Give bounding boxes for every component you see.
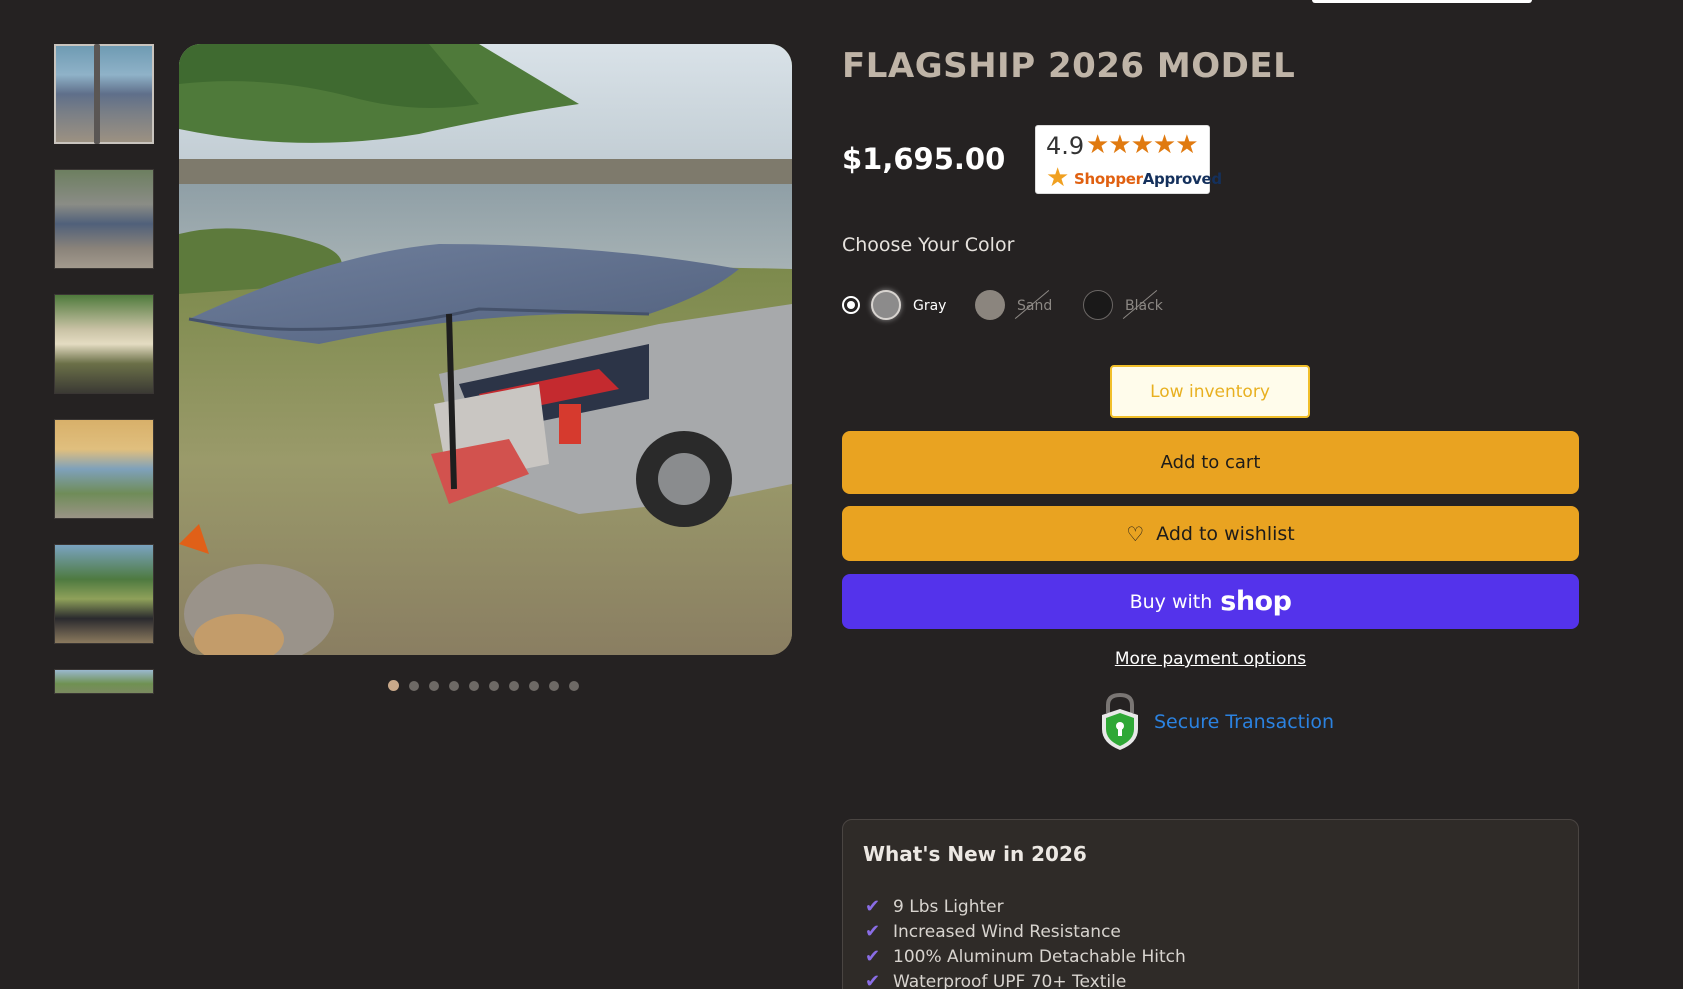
list-item: ✔ Waterproof UPF 70+ Textile bbox=[865, 969, 1186, 989]
carousel-dot-3[interactable] bbox=[429, 680, 439, 691]
whats-new-list: ✔ 9 Lbs Lighter ✔ Increased Wind Resistanc… bbox=[865, 894, 1186, 989]
carousel-pagination bbox=[388, 680, 579, 691]
secure-transaction[interactable]: Secure Transaction bbox=[1100, 692, 1334, 752]
color-swatch-black[interactable] bbox=[1083, 290, 1113, 320]
carousel-dot-10[interactable] bbox=[569, 680, 579, 691]
buy-with-shop-button[interactable]: Buy with shop bbox=[842, 574, 1579, 629]
thumbnail-6[interactable] bbox=[54, 669, 154, 694]
shop-pay-logo: shop bbox=[1220, 586, 1292, 617]
thumbnail-4[interactable] bbox=[54, 419, 154, 519]
check-icon: ✔ bbox=[865, 921, 881, 942]
carousel-dot-1[interactable] bbox=[388, 680, 399, 691]
thumbnail-list bbox=[54, 44, 154, 694]
product-price: $1,695.00 bbox=[842, 142, 1006, 176]
shopper-approved-logo: ShopperApproved bbox=[1074, 170, 1222, 188]
color-name-gray[interactable]: Gray bbox=[913, 298, 946, 314]
add-to-cart-button[interactable]: Add to cart bbox=[842, 431, 1579, 494]
product-photo bbox=[179, 44, 792, 655]
list-item: ✔ 100% Aluminum Detachable Hitch bbox=[865, 946, 1186, 967]
carousel-dot-4[interactable] bbox=[449, 680, 459, 691]
heart-icon: ♡ bbox=[1126, 521, 1145, 546]
shopper-approved-badge[interactable]: 4.9 ★★★★★ ★ ShopperApproved bbox=[1035, 125, 1222, 194]
check-icon: ✔ bbox=[865, 971, 881, 989]
main-product-image[interactable] bbox=[179, 44, 792, 655]
rating-stars-icon: ★★★★★ bbox=[1086, 129, 1199, 159]
inventory-status-badge: Low inventory bbox=[1110, 365, 1310, 418]
carousel-dot-7[interactable] bbox=[509, 680, 519, 691]
list-item: ✔ 9 Lbs Lighter bbox=[865, 896, 1004, 917]
color-radio-selected[interactable] bbox=[842, 296, 860, 314]
star-icon: ★ bbox=[1046, 162, 1070, 192]
list-item: ✔ Increased Wind Resistance bbox=[865, 921, 1121, 942]
check-icon: ✔ bbox=[865, 946, 881, 967]
shield-lock-icon bbox=[1102, 693, 1138, 750]
thumbnail-5[interactable] bbox=[54, 544, 154, 644]
carousel-dot-8[interactable] bbox=[529, 680, 539, 691]
thumbnail-scrollbar[interactable] bbox=[94, 44, 100, 144]
buy-with-label: Buy with bbox=[1129, 590, 1213, 613]
secure-transaction-label: Secure Transaction bbox=[1154, 711, 1335, 733]
carousel-dot-6[interactable] bbox=[489, 680, 499, 691]
whats-new-title: What's New in 2026 bbox=[863, 842, 1087, 866]
add-to-wishlist-button[interactable]: ♡ Add to wishlist bbox=[842, 506, 1579, 561]
add-to-wishlist-label: Add to wishlist bbox=[1156, 522, 1295, 545]
carousel-dot-5[interactable] bbox=[469, 680, 479, 691]
color-swatch-sand[interactable] bbox=[975, 290, 1005, 320]
thumbnail-1[interactable] bbox=[54, 44, 154, 144]
color-swatch-gray[interactable] bbox=[871, 290, 901, 320]
rating-value: 4.9 bbox=[1046, 132, 1085, 160]
check-icon: ✔ bbox=[865, 896, 881, 917]
color-picker-label: Choose Your Color bbox=[842, 234, 1015, 256]
carousel-dot-2[interactable] bbox=[409, 680, 419, 691]
more-payment-options-link[interactable]: More payment options bbox=[842, 649, 1579, 669]
add-to-cart-label: Add to cart bbox=[1160, 452, 1261, 473]
whats-new-panel: What's New in 2026 ✔ 9 Lbs Lighter ✔ Incre… bbox=[842, 819, 1579, 989]
thumbnail-3[interactable] bbox=[54, 294, 154, 394]
carousel-dot-9[interactable] bbox=[549, 680, 559, 691]
thumbnail-2[interactable] bbox=[54, 169, 154, 269]
product-title: FLAGSHIP 2026 MODEL bbox=[842, 46, 1296, 86]
header-search-field[interactable] bbox=[1312, 0, 1532, 3]
